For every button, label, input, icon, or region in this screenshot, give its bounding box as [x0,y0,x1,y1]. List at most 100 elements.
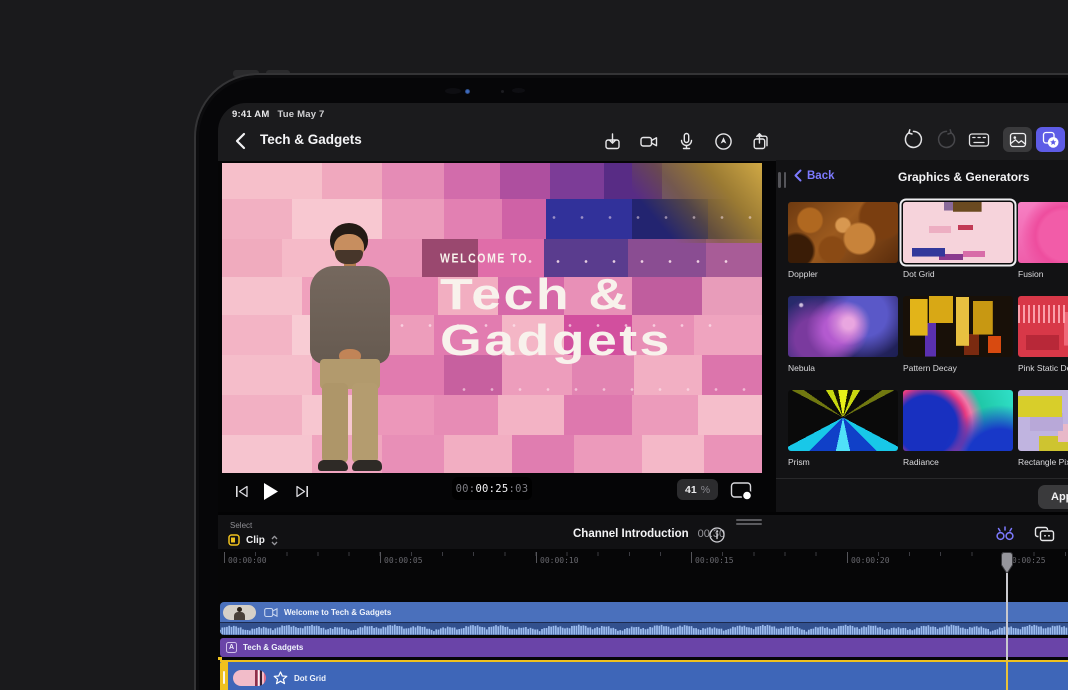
chevron-up-down-icon [271,535,278,546]
keyboard-icon[interactable] [968,129,990,151]
skip-back-icon[interactable] [235,485,248,498]
select-label: Select [230,521,252,530]
browser-switcher [1003,127,1065,152]
back-chevron-icon[interactable] [234,132,248,150]
scrub-wheel-icon[interactable] [712,130,734,152]
app-screen: 9:41 AM Tue May 7 Tech & Gadgets [218,103,1068,690]
center-toolbar [601,130,771,152]
clip-label: Dot Grid [294,674,326,683]
clip-label: Welcome to Tech & Gadgets [284,608,391,617]
viewer-zoom-control[interactable]: 41% [677,479,718,500]
timecode-frames: :03 [509,483,529,495]
thumbnail-pattern-decay[interactable] [903,296,1013,357]
title-badge-icon: A [226,642,237,653]
project-name: Tech & Gadgets [260,132,362,147]
video-gold-corner [632,163,762,243]
photos-icon[interactable] [1003,127,1032,152]
panel-back-button[interactable]: Back [794,169,835,182]
thumbnail-label: Dot Grid [903,269,1013,279]
apply-button[interactable]: Apply [1038,485,1068,509]
display-options-icon[interactable] [730,481,754,503]
video-camera-icon [264,607,278,618]
star-icon [273,671,288,685]
thumbnail-dot-grid[interactable] [903,202,1013,263]
generator-tile: Radiance [903,390,1013,467]
generator-tile: Doppler [788,202,898,279]
timeline-ruler[interactable]: 00:00:00 00:00:05 00:00:10 00:00:15 00:0… [218,549,1068,571]
thumbnail-label: Pink Static De [1018,363,1068,373]
timeline-tracks: Welcome to Tech & Gadgets A Tech & Gadge… [218,602,1068,690]
title-overlay: WELCOME TO Tech & Gadgets [440,251,630,364]
generator-tile: Pattern Decay [903,296,1013,373]
skip-forward-icon[interactable] [296,485,309,498]
play-icon[interactable] [263,482,279,501]
clip-mode-icon [228,534,240,546]
panel-footer-divider [776,478,1068,479]
thumbnail-nebula[interactable] [788,296,898,357]
playhead-line-over-selection [1006,660,1008,690]
project-info: Channel Introduction 00:30 [573,528,725,540]
mic-icon[interactable] [675,130,697,152]
thumbnail-pink-static-decay[interactable] [1018,296,1068,357]
undo-icon[interactable] [902,129,924,151]
thumbnail-label: Nebula [788,363,898,373]
top-chrome: 9:41 AM Tue May 7 Tech & Gadgets [218,103,1068,161]
playhead[interactable] [1000,551,1014,575]
thumbnail-fusion[interactable] [1018,202,1068,263]
thumbnail-rectangle-pixelate[interactable] [1018,390,1068,451]
connect-clip-icon[interactable] [994,523,1016,545]
ruler-label: 00:00:00 [228,556,267,565]
generator-clip-selected[interactable]: Dot Grid [220,660,1068,690]
timecode-hours: 00: [456,483,476,495]
generator-tile: Dot Grid [903,202,1013,279]
title-bar: Tech & Gadgets [218,125,1068,159]
timeline: 00:00:00 00:00:05 00:00:10 00:00:15 00:0… [218,549,1068,690]
thumbnail-label: Rectangle Pix [1018,457,1068,467]
sensor-dot [445,88,461,94]
viewer: WELCOME TO Tech & Gadgets [222,163,762,473]
timeline-drag-handle[interactable] [736,519,762,527]
ruler-label: 00:00:10 [540,556,579,565]
generator-tile: Rectangle Pix [1018,390,1068,467]
sensor-dot-3 [512,88,525,93]
redo-icon[interactable] [935,129,957,151]
zoom-value: 41 [685,484,697,496]
generator-tile: Nebula [788,296,898,373]
ruler-label: 00:00:15 [695,556,734,565]
right-toolbar [902,127,1065,152]
zoom-unit: % [701,484,710,496]
thumbnail-radiance[interactable] [903,390,1013,451]
generator-tile: Pink Static De [1018,296,1068,373]
camera-icon[interactable] [638,130,660,152]
status-date: Tue May 7 [277,109,324,120]
overlay-line2: Gadgets [440,318,672,364]
trim-handle[interactable] [220,662,228,690]
share-icon[interactable] [749,130,771,152]
thumbnail-doppler[interactable] [788,202,898,263]
dot-grid-row [552,215,754,220]
clip-thumbnail [223,605,256,620]
panel-drag-handle[interactable] [778,172,789,188]
transport-bar: 00:00:25:03 41% [218,473,764,513]
import-icon[interactable] [601,130,623,152]
insert-clip-icon[interactable] [1034,523,1056,545]
thumbnail-prism[interactable] [788,390,898,451]
title-clip[interactable]: A Tech & Gadgets [220,638,1068,657]
thumbnail-label: Radiance [903,457,1013,467]
selection-mode-dropdown[interactable]: Clip [228,534,278,546]
timeline-project-title: Channel Introduction [573,528,689,540]
graphics-generators-icon[interactable] [1036,127,1065,152]
info-icon[interactable] [709,527,725,543]
dot-grid-row [462,387,746,392]
sensor-dot-2 [501,90,504,93]
ruler-label: 00:00:05 [384,556,423,565]
generator-tile: Prism [788,390,898,467]
status-time: 9:41 AM [232,109,269,120]
panel-back-label: Back [807,170,835,182]
clip-thumbnail [233,670,266,686]
playhead-line[interactable] [1006,573,1008,660]
generator-tile: Fusion [1018,202,1068,279]
video-clip[interactable]: Welcome to Tech & Gadgets [220,602,1068,635]
overlay-kicker: WELCOME TO [440,251,630,266]
timecode-display[interactable]: 00:00:25:03 [452,477,532,500]
